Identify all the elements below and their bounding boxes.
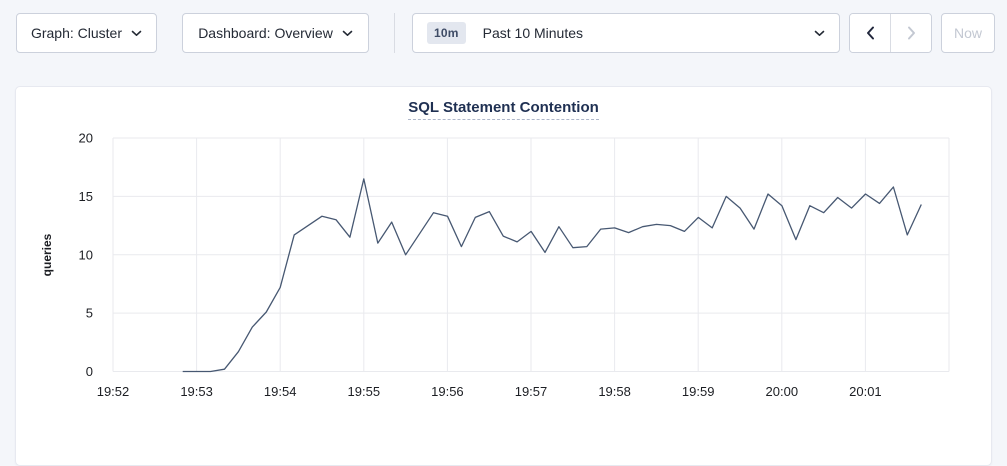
- time-next-button[interactable]: [890, 14, 931, 52]
- series-line: [183, 179, 922, 372]
- y-tick-label: 15: [79, 189, 93, 204]
- x-tick-label: 20:01: [849, 384, 882, 399]
- x-tick-label: 19:54: [264, 384, 297, 399]
- graph-dropdown-label: Graph: Cluster: [31, 25, 122, 41]
- x-tick-label: 20:00: [766, 384, 799, 399]
- chevron-left-icon: [866, 26, 875, 40]
- now-button[interactable]: Now: [941, 13, 995, 53]
- y-tick-label: 5: [86, 306, 93, 321]
- time-prev-button[interactable]: [850, 14, 890, 52]
- chevron-down-icon: [342, 30, 353, 37]
- dashboard-dropdown-label: Dashboard: Overview: [198, 25, 333, 41]
- x-tick-label: 19:52: [97, 384, 130, 399]
- y-axis-title: queries: [40, 233, 54, 276]
- time-window-badge: 10m: [427, 22, 466, 44]
- x-tick-label: 19:55: [348, 384, 381, 399]
- graph-dropdown[interactable]: Graph: Cluster: [16, 13, 157, 53]
- chart-card: SQL Statement Contention 0510152019:5219…: [15, 86, 992, 466]
- chevron-down-icon: [131, 30, 142, 37]
- dashboard-dropdown[interactable]: Dashboard: Overview: [182, 13, 369, 53]
- x-tick-label: 19:58: [598, 384, 631, 399]
- time-range-label: Past 10 Minutes: [483, 25, 814, 41]
- chevron-right-icon: [907, 26, 916, 40]
- toolbar-divider: [394, 13, 395, 53]
- x-tick-label: 19:59: [682, 384, 715, 399]
- toolbar: Graph: Cluster Dashboard: Overview 10m P…: [0, 0, 1007, 68]
- y-tick-label: 20: [79, 131, 93, 146]
- time-step-button-group: [849, 13, 932, 53]
- y-tick-label: 10: [79, 247, 93, 262]
- y-tick-label: 0: [86, 364, 93, 379]
- x-tick-label: 19:56: [431, 384, 464, 399]
- chevron-down-icon: [814, 30, 825, 37]
- time-range-selector[interactable]: 10m Past 10 Minutes: [412, 13, 840, 53]
- sql-statement-contention-chart: 0 5 10 15 20 19:52 19:53 19:54 19:55 19:56 19:57 19…: [16, 87, 993, 417]
- x-tick-label: 19:53: [180, 384, 213, 399]
- x-tick-label: 19:57: [515, 384, 548, 399]
